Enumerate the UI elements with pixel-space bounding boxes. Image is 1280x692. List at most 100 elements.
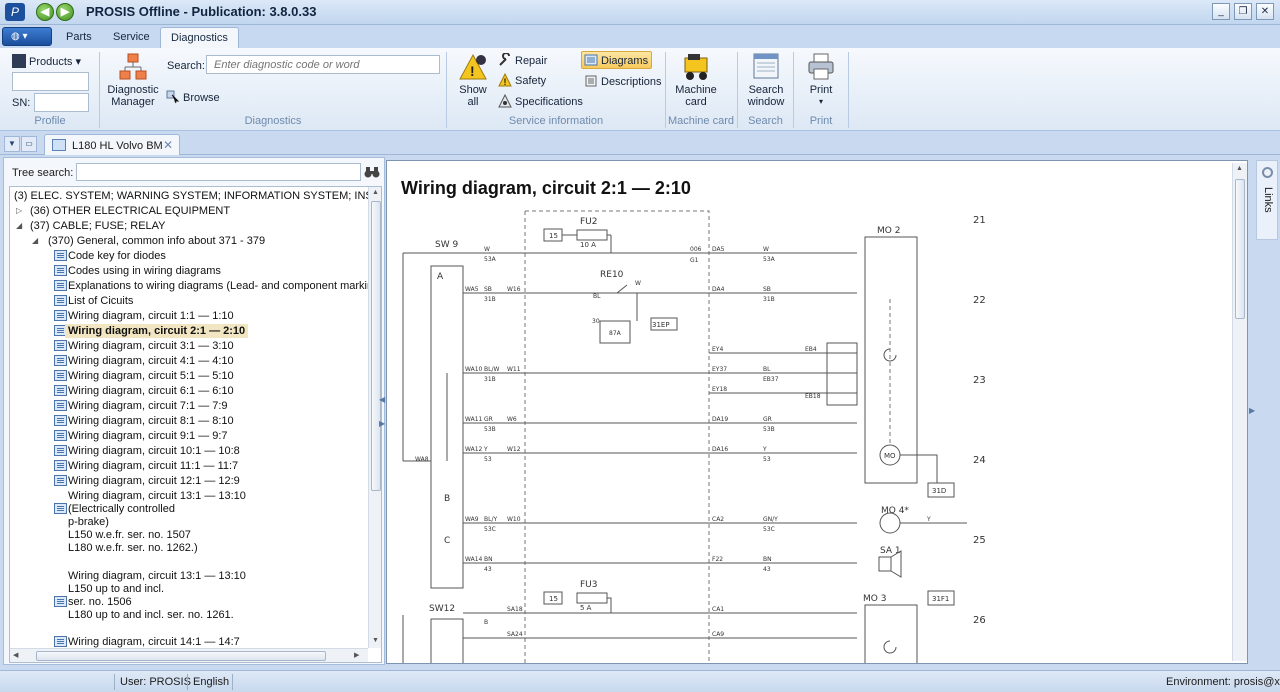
tree-item[interactable]: Wiring diagram, circuit 6:1 — 6:10 — [68, 384, 234, 398]
binoculars-icon[interactable] — [364, 165, 380, 179]
wire-color: BN — [763, 556, 772, 563]
tree-item-line: L180 up to and incl. ser. no. 1261. — [68, 609, 234, 621]
tree-item[interactable]: (370) General, common info about 371 - 3… — [48, 234, 265, 248]
document-scroll-thumb[interactable] — [1235, 179, 1245, 319]
diagram-icon — [54, 280, 67, 291]
tree-item[interactable]: (36) OTHER ELECTRICAL EQUIPMENT — [30, 204, 230, 218]
window-title: PROSIS Offline - Publication: 3.8.0.33 — [86, 4, 317, 19]
tree-item[interactable]: Wiring diagram, circuit 3:1 — 3:10 — [68, 339, 234, 353]
close-button[interactable]: ✕ — [1256, 3, 1274, 20]
diagram-icon — [54, 475, 67, 486]
tree-horizontal-scroll-thumb[interactable] — [36, 651, 326, 661]
tree-item[interactable]: Wiring diagram, circuit 5:1 — 5:10 — [68, 369, 234, 383]
tree-item-line[interactable]: Wiring diagram, circuit 13:1 — 13:10 — [68, 569, 246, 583]
restore-button[interactable]: ❐ — [1234, 3, 1252, 20]
tree-item[interactable]: (37) CABLE; FUSE; RELAY — [30, 219, 166, 233]
new-tab-icon[interactable]: ▭ — [21, 136, 37, 152]
scroll-down-icon[interactable]: ▼ — [372, 637, 379, 644]
wire-number: 31B — [484, 296, 496, 303]
title-bar: P ◀ ▶ PROSIS Offline - Publication: 3.8.… — [0, 0, 1280, 25]
tree-item[interactable]: (3) ELEC. SYSTEM; WARNING SYSTEM; INFORM… — [14, 189, 381, 203]
collapse-icon[interactable]: ◢ — [32, 236, 38, 245]
tree-item[interactable]: Code key for diodes — [68, 249, 166, 263]
component-label: MO 2 — [877, 226, 900, 236]
tree-item[interactable]: List of Cicuits — [68, 294, 133, 308]
row-number: 26 — [973, 615, 986, 626]
safety-button[interactable]: ! Safety — [498, 72, 546, 87]
minimize-button[interactable]: _ — [1212, 3, 1230, 20]
search-window-button[interactable]: Search window — [742, 52, 790, 108]
scroll-right-icon[interactable]: ▶ — [354, 651, 359, 659]
tree-item-line[interactable]: Wiring diagram, circuit 13:1 — 13:10 — [68, 489, 246, 503]
tree-item[interactable]: Wiring diagram, circuit 8:1 — 8:10 — [68, 414, 234, 428]
repair-button[interactable]: Repair — [498, 52, 547, 67]
wire-number: 53C — [484, 526, 496, 533]
tab-list-dropdown-icon[interactable]: ▼ — [4, 136, 20, 152]
fuse-label: 15 — [549, 232, 558, 240]
wire-color: BL — [763, 366, 771, 373]
descriptions-button[interactable]: Descriptions — [584, 74, 662, 88]
diagnostic-search-input[interactable] — [206, 55, 440, 74]
diagrams-button[interactable]: Diagrams — [581, 51, 653, 69]
machine-card-button[interactable]: Machine card — [670, 52, 722, 108]
wire-color: Y — [483, 446, 488, 453]
back-arrow-icon[interactable]: ◀ — [36, 3, 54, 21]
tree-item-line: L150 w.e.fr. ser. no. 1507 — [68, 529, 191, 541]
collapse-left-panel-icon[interactable]: ◀ — [379, 395, 385, 405]
pin-icon[interactable] — [1262, 167, 1273, 178]
tree-item[interactable]: Wiring diagram, circuit 1:1 — 1:10 — [68, 309, 234, 323]
product-input[interactable] — [12, 72, 89, 91]
motor-frame — [864, 604, 918, 663]
fuse-label: 15 — [549, 595, 558, 603]
wire-color: GR — [763, 416, 772, 423]
tree-item[interactable]: Wiring diagram, circuit 14:1 — 14:7 — [68, 635, 240, 649]
relay-pin: BL — [593, 293, 601, 300]
diagram-icon — [54, 636, 67, 647]
tree-item[interactable]: Wiring diagram, circuit 10:1 — 10:8 — [68, 444, 240, 458]
scroll-up-icon[interactable]: ▲ — [1236, 165, 1243, 172]
scroll-left-icon[interactable]: ◀ — [13, 651, 18, 659]
tree-item[interactable]: Wiring diagram, circuit 4:1 — 4:10 — [68, 354, 234, 368]
tree-vertical-scrollbar[interactable]: ▲ ▼ — [368, 187, 381, 648]
status-separator — [187, 674, 188, 690]
serial-number-input[interactable] — [34, 93, 89, 112]
tree-item[interactable]: Wiring diagram, circuit 7:1 — 7:9 — [68, 399, 228, 413]
document-vertical-scrollbar[interactable]: ▲ — [1232, 163, 1247, 661]
show-all-button[interactable]: ! Show all — [454, 52, 492, 108]
specifications-button[interactable]: Specifications — [498, 93, 583, 108]
browse-button[interactable]: Browse — [166, 90, 220, 104]
tab-l180-hl-volvo-bm[interactable]: L180 HL Volvo BM ✕ — [44, 134, 180, 155]
chevron-down-icon: ▾ — [818, 97, 823, 106]
expand-right-panel-icon[interactable]: ▶ — [1249, 406, 1255, 416]
tab-parts[interactable]: Parts — [56, 27, 102, 48]
tree-item[interactable]: Wiring diagram, circuit 11:1 — 11:7 — [68, 459, 238, 473]
tree-vertical-scroll-thumb[interactable] — [371, 201, 381, 491]
tree-item[interactable]: Explanations to wiring diagrams (Lead- a… — [68, 279, 381, 293]
tab-diagnostics[interactable]: Diagnostics — [160, 27, 239, 48]
forward-arrow-icon[interactable]: ▶ — [56, 3, 74, 21]
print-button[interactable]: Print ▾ — [800, 52, 842, 108]
app-logo-icon: P — [5, 3, 25, 21]
tree-search-label: Tree search: — [12, 167, 74, 179]
collapse-icon[interactable]: ◢ — [16, 221, 22, 230]
scroll-up-icon[interactable]: ▲ — [372, 189, 379, 196]
diagnostic-manager-button[interactable]: Diagnostic Manager — [104, 52, 162, 108]
tree-item-selected[interactable]: Wiring diagram, circuit 2:1 — 2:10 — [65, 324, 249, 338]
expand-icon[interactable]: ▷ — [16, 206, 22, 215]
tree-search-input[interactable] — [76, 163, 361, 181]
wire-code: WA14 — [465, 556, 483, 563]
tab-service[interactable]: Service — [103, 27, 160, 48]
tree-item[interactable]: Wiring diagram, circuit 12:1 — 12:9 — [68, 474, 240, 488]
motor-symbol — [879, 512, 901, 534]
products-dropdown[interactable]: Products ▾ — [12, 54, 81, 68]
tree-item[interactable]: Codes using in wiring diagrams — [68, 264, 221, 278]
links-panel[interactable]: Links — [1256, 160, 1278, 240]
application-menu-button[interactable]: ◍ ▾ — [2, 27, 52, 46]
wire-color: BN — [484, 556, 493, 563]
tree-item[interactable]: Wiring diagram, circuit 9:1 — 9:7 — [68, 429, 228, 443]
relay-pin: 87A — [609, 330, 622, 337]
wire-code: DA16 — [712, 446, 728, 453]
expand-left-panel-icon[interactable]: ▶ — [379, 419, 385, 429]
tree-horizontal-scrollbar[interactable]: ◀ ▶ — [10, 648, 368, 662]
close-tab-icon[interactable]: ✕ — [163, 138, 173, 152]
